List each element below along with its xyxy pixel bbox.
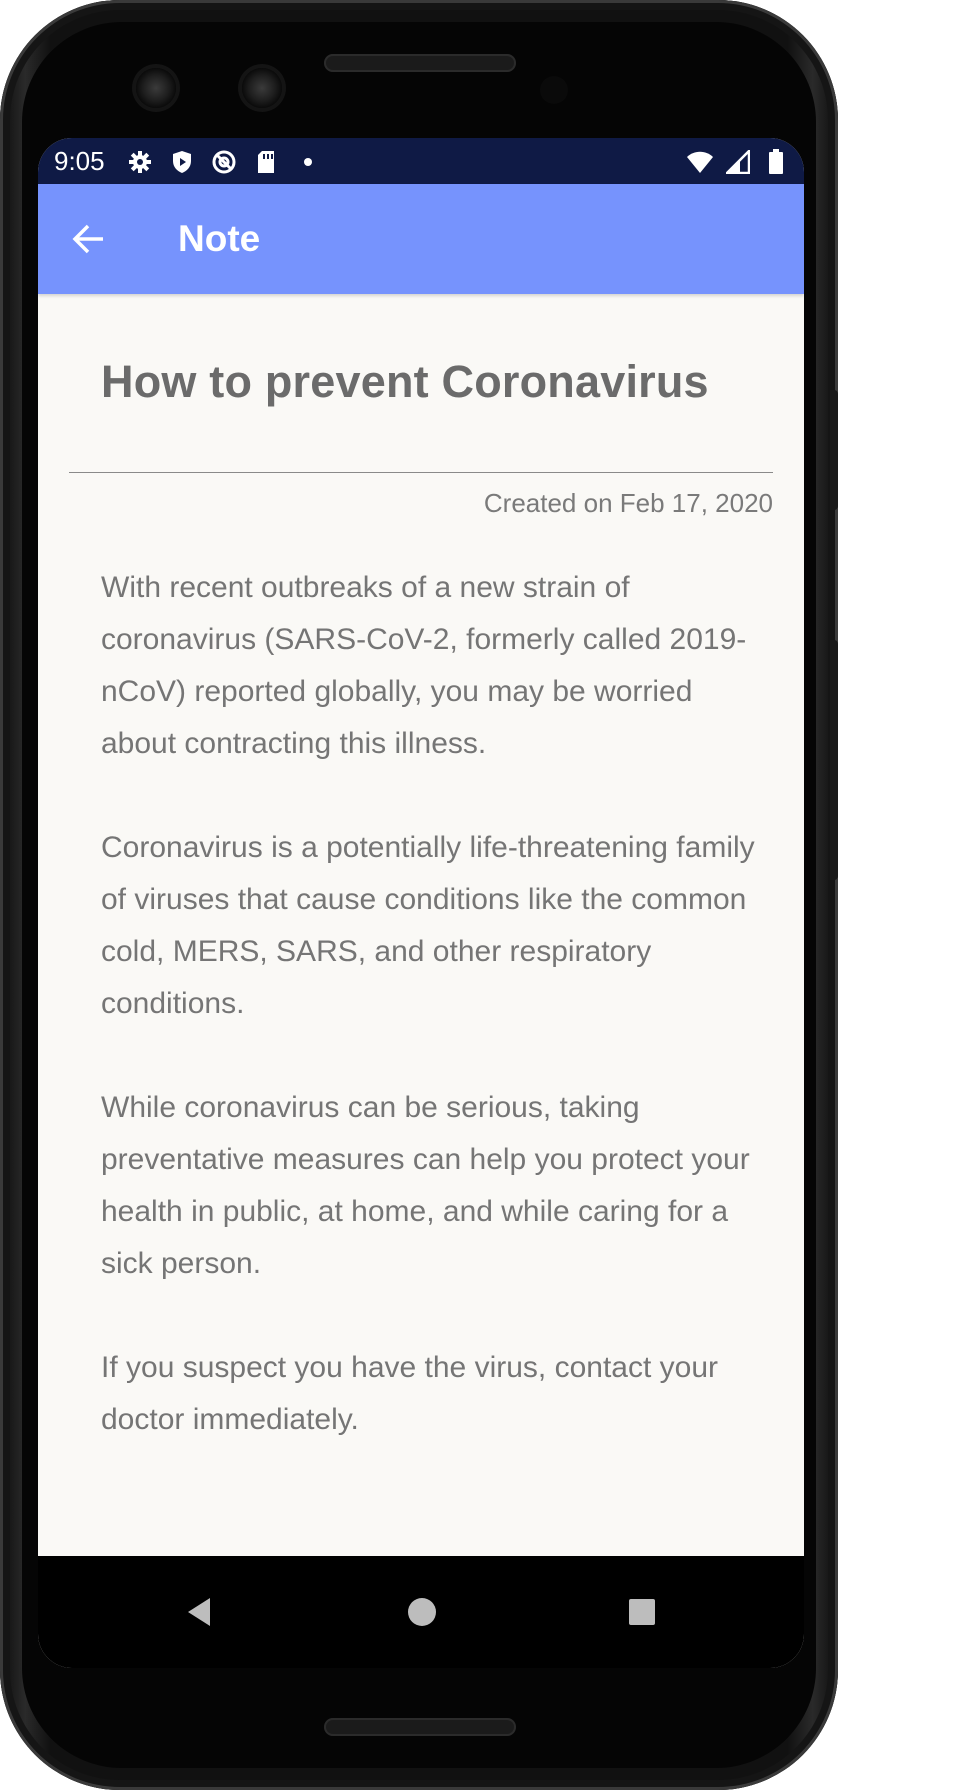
screen: 9:05 Note How to prevent Coronavirus Cre… <box>38 138 804 1668</box>
front-camera-secondary <box>242 68 282 108</box>
battery-icon <box>762 148 790 176</box>
power-button <box>830 390 838 510</box>
status-time: 9:05 <box>54 146 105 176</box>
at-sign-icon <box>210 148 238 176</box>
status-icons-left <box>126 148 322 176</box>
dot-icon <box>294 148 322 176</box>
nav-back-button[interactable] <box>180 1592 220 1632</box>
navigation-bar <box>38 1556 804 1668</box>
home-circle-icon <box>408 1598 436 1626</box>
note-content: How to prevent Coronavirus Created on Fe… <box>38 294 804 1556</box>
device-frame: 9:05 Note How to prevent Coronavirus Cre… <box>0 0 974 1790</box>
divider <box>69 472 773 473</box>
status-icons-right <box>686 148 790 176</box>
status-bar: 9:05 <box>38 138 804 184</box>
earpiece-speaker <box>324 54 516 72</box>
nav-home-button[interactable] <box>402 1592 442 1632</box>
sd-card-icon <box>252 148 280 176</box>
front-camera <box>136 68 176 108</box>
back-button[interactable] <box>66 216 112 262</box>
volume-button <box>830 640 838 880</box>
settings-icon <box>126 148 154 176</box>
nav-recents-button[interactable] <box>622 1592 662 1632</box>
page-title: Note <box>178 218 261 259</box>
note-body: With recent outbreaks of a new strain of… <box>101 562 761 1498</box>
proximity-sensor <box>540 76 568 104</box>
bottom-speaker <box>324 1718 516 1736</box>
created-date: Created on Feb 17, 2020 <box>483 488 773 518</box>
recents-square-icon <box>629 1599 655 1625</box>
note-paragraph: Coronavirus is a potentially life-threat… <box>101 831 755 1020</box>
signal-icon <box>724 148 752 176</box>
app-bar: Note <box>38 184 804 294</box>
note-title: How to prevent Coronavirus <box>101 356 709 407</box>
shield-icon <box>168 148 196 176</box>
arrow-back-icon <box>72 224 103 254</box>
note-paragraph: If you suspect you have the virus, conta… <box>101 1351 718 1436</box>
note-paragraph: With recent outbreaks of a new strain of… <box>101 571 747 760</box>
wifi-icon <box>686 148 714 176</box>
back-triangle-icon <box>188 1598 210 1626</box>
note-paragraph: While coronavirus can be serious, taking… <box>101 1091 750 1280</box>
